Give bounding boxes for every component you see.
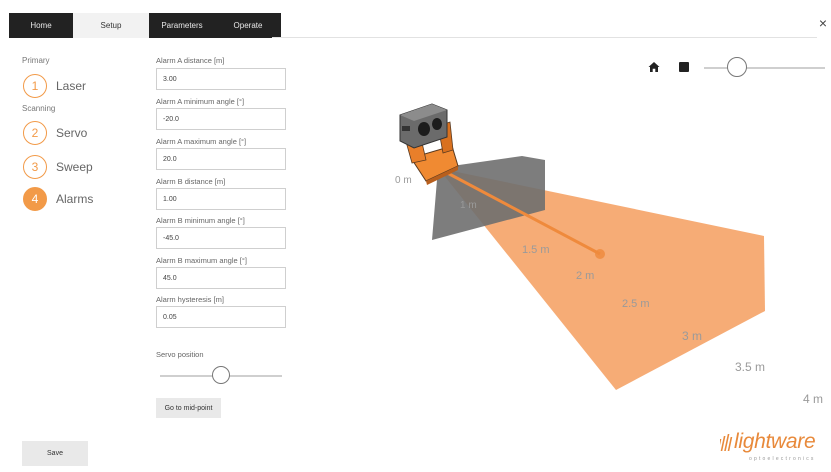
step-number: 1 xyxy=(23,74,47,98)
tab-operate[interactable]: Operate xyxy=(215,13,281,38)
laser-target-dot xyxy=(595,249,605,259)
distance-label-3m: 3 m xyxy=(682,329,702,343)
servo-slider-handle[interactable] xyxy=(212,366,230,384)
tab-bar: Home Setup Parameters Operate xyxy=(9,13,281,38)
alarm-b-zone xyxy=(432,156,545,240)
step-number: 2 xyxy=(23,121,47,145)
distance-label-4m: 4 m xyxy=(803,392,823,406)
tab-setup[interactable]: Setup xyxy=(73,13,149,38)
go-to-mid-point-button[interactable]: Go to mid-point xyxy=(156,398,221,418)
zoom-slider-track[interactable] xyxy=(704,67,825,69)
zoom-slider-handle[interactable] xyxy=(726,57,747,77)
alarm-a-max-angle-input[interactable] xyxy=(156,148,286,170)
square-icon[interactable] xyxy=(679,62,689,72)
distance-label-2-5m: 2.5 m xyxy=(622,298,650,310)
alarm-b-max-angle-label: Alarm B maximum angle [°] xyxy=(156,256,247,265)
step-label: Sweep xyxy=(56,160,93,174)
alarm-a-zone xyxy=(438,168,765,390)
alarm-hysteresis-label: Alarm hysteresis [m] xyxy=(156,295,224,304)
alarm-a-min-angle-input[interactable] xyxy=(156,108,286,130)
alarm-hysteresis-input[interactable] xyxy=(156,306,286,328)
step-number: 4 xyxy=(23,187,47,211)
step-laser[interactable]: 1 Laser xyxy=(23,74,86,98)
alarm-b-distance-label: Alarm B distance [m] xyxy=(156,177,226,186)
tab-parameters[interactable]: Parameters xyxy=(149,13,215,38)
step-servo[interactable]: 2 Servo xyxy=(23,121,87,145)
step-label: Laser xyxy=(56,79,87,93)
distance-label-1-5m: 1.5 m xyxy=(522,244,550,256)
step-sweep[interactable]: 3 Sweep xyxy=(23,155,93,179)
logo-bars-icon xyxy=(720,434,733,451)
step-number: 3 xyxy=(23,155,47,179)
lidar-device xyxy=(399,103,459,185)
logo-wordmark: lightware xyxy=(734,430,816,453)
step-label: Servo xyxy=(56,126,88,140)
distance-label-1m: 1 m xyxy=(460,200,477,211)
scan-visualization: 0 m 1 m 1.5 m 2 m 2.5 m 3 m 3.5 m 4 m xyxy=(395,103,823,406)
tab-home[interactable]: Home xyxy=(9,13,73,38)
distance-label-3-5m: 3.5 m xyxy=(735,360,765,374)
alarm-b-max-angle-input[interactable] xyxy=(156,267,286,289)
logo-subtitle: optoelectronics xyxy=(749,456,816,462)
save-button[interactable]: Save xyxy=(22,441,88,466)
laser-beam xyxy=(437,166,601,256)
section-scanning: Scanning xyxy=(22,104,56,113)
step-alarms[interactable]: 4 Alarms xyxy=(23,187,93,211)
alarm-a-max-angle-label: Alarm A maximum angle [°] xyxy=(156,137,247,146)
alarm-a-distance-label: Alarm A distance [m] xyxy=(156,56,225,65)
alarm-b-min-angle-label: Alarm B minimum angle [°] xyxy=(156,216,245,225)
alarm-a-distance-input[interactable] xyxy=(156,68,286,90)
alarm-a-min-angle-label: Alarm A minimum angle [°] xyxy=(156,97,245,106)
distance-label-0m: 0 m xyxy=(395,175,412,186)
distance-label-2m: 2 m xyxy=(576,270,594,282)
tab-divider xyxy=(272,37,817,38)
home-icon[interactable] xyxy=(648,61,660,73)
alarm-b-distance-input[interactable] xyxy=(156,188,286,210)
servo-position-label: Servo position xyxy=(156,350,204,359)
section-primary: Primary xyxy=(22,56,50,65)
close-icon[interactable]: × xyxy=(819,15,827,31)
alarm-b-min-angle-input[interactable] xyxy=(156,227,286,249)
step-label: Alarms xyxy=(56,192,94,206)
